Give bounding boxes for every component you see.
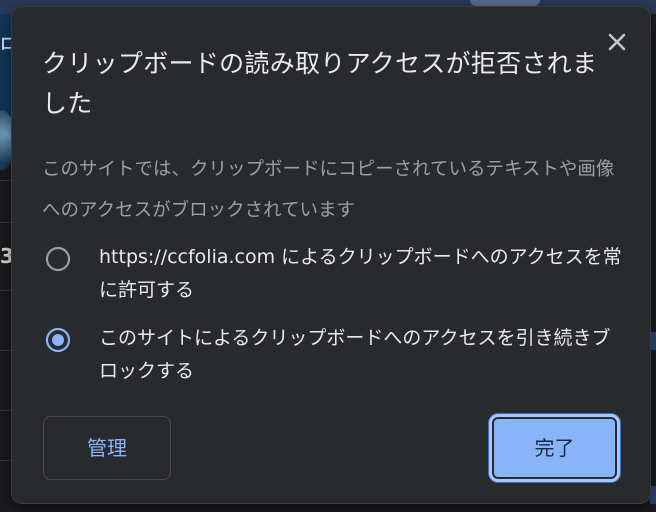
background-tab [470,0,540,6]
done-button[interactable]: 完了 [489,414,620,482]
background-sidebar [0,14,12,114]
manage-button[interactable]: 管理 [43,416,171,480]
dialog-title: クリップボードの読み取りアクセスが拒否されました [42,49,598,118]
background-right-marker [650,332,656,350]
allow-option-label: https://ccfolia.com によるクリップボードへのアクセスを常に許… [99,246,622,301]
close-icon [608,33,626,51]
radio-empty-icon [45,246,71,272]
background-right-marker [650,486,656,504]
radio-unselected[interactable] [45,246,71,272]
dialog-description: このサイトでは、クリップボードにコピーされているテキストや画像へのアクセスがブロ… [42,159,615,221]
radio-selected[interactable] [45,327,71,353]
clipboard-permission-dialog: クリップボードの読み取りアクセスが拒否されました このサイトでは、クリップボード… [12,7,650,503]
block-option-label: このサイトによるクリップボードへのアクセスを引き続きブロックする [99,327,611,382]
radio-checked-icon [45,327,71,353]
close-button[interactable] [604,29,630,55]
